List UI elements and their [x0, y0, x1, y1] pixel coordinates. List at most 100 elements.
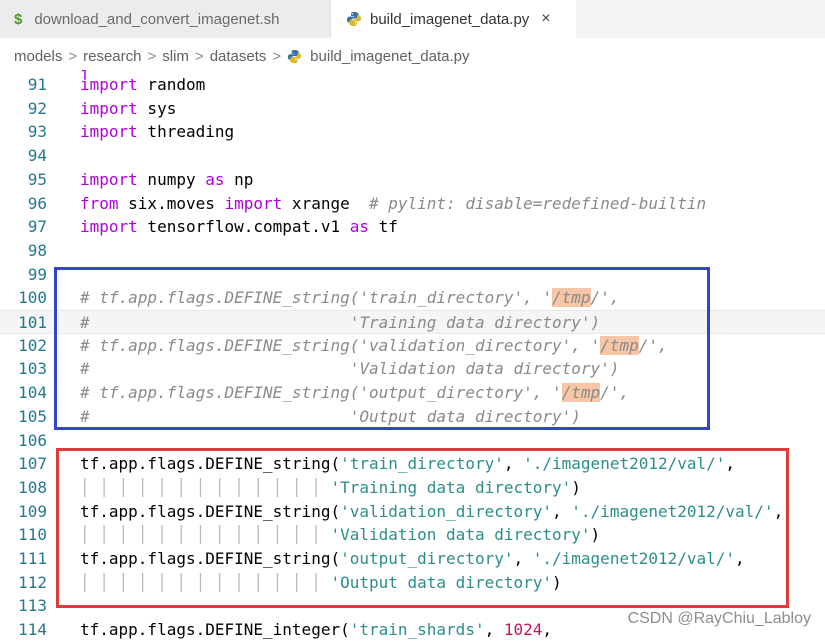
line-number: 102: [18, 335, 47, 355]
code-line[interactable]: 95 import numpy as np: [0, 168, 825, 192]
code-line[interactable]: 102 # tf.app.flags.DEFINE_string('validat…: [0, 334, 825, 358]
breadcrumb-item-slim[interactable]: slim: [162, 48, 189, 65]
code-token: # 'Training data directory'): [80, 313, 601, 332]
code-line[interactable]: 110 │ │ │ │ │ │ │ │ │ │ │ │ │ 'Validation…: [0, 523, 825, 547]
code-line[interactable]: 103 # 'Validation data directory'): [0, 357, 825, 381]
code-token: './imagenet2012/val/': [532, 549, 736, 568]
line-number: 91: [27, 75, 47, 94]
code-text: tf.app.flags.DEFINE_integer('train_shard…: [80, 618, 552, 641]
code-line[interactable]: 107 tf.app.flags.DEFINE_string('train_dir…: [0, 452, 825, 476]
code-line[interactable]: 96 from six.moves import xrange # pylint:…: [0, 192, 825, 216]
breadcrumb-item-datasets[interactable]: datasets: [210, 48, 267, 65]
line-number: 98: [27, 240, 47, 260]
code-token: 'validation_directory': [340, 501, 553, 521]
tab-label: download_and_convert_imagenet.sh: [34, 10, 280, 28]
tab-bar: $ download_and_convert_imagenet.sh build…: [0, 0, 825, 38]
code-text: import numpy as np: [80, 168, 253, 192]
code-token: ,: [725, 454, 736, 474]
code-text: tf.app.flags.DEFINE_string('output_direc…: [80, 547, 745, 571]
code-line[interactable]: 101 # 'Training data directory'): [0, 310, 825, 334]
line-number: 97: [27, 217, 47, 237]
code-token: ,: [552, 501, 572, 521]
code-line[interactable]: 94: [0, 144, 825, 168]
chevron-right-icon: >: [272, 47, 282, 65]
code-text: import tensorflow.compat.v1 as tf: [80, 215, 398, 239]
tab-build-imagenet-data[interactable]: build_imagenet_data.py ×: [331, 0, 576, 38]
code-line[interactable]: 93 import threading: [0, 120, 825, 144]
code-line[interactable]: 98: [0, 239, 825, 263]
code-token: │ │ │ │ │ │ │ │ │ │ │ │ │: [80, 572, 331, 592]
code-line[interactable]: 105 # 'Output data directory'): [0, 405, 825, 429]
code-token: 'train_directory': [340, 454, 504, 474]
code-line[interactable]: 112 │ │ │ │ │ │ │ │ │ │ │ │ │ 'Output dat…: [0, 571, 825, 595]
code-token: /tmp: [552, 288, 591, 308]
code-line[interactable]: 99: [0, 263, 825, 287]
code-token: six.moves: [118, 193, 225, 213]
line-number: 100: [18, 288, 47, 308]
code-line[interactable]: 97 import tensorflow.compat.v1 as tf: [0, 215, 825, 239]
code-text: # tf.app.flags.DEFINE_string('validation…: [80, 334, 668, 358]
code-text: # tf.app.flags.DEFINE_string('output_dir…: [80, 381, 629, 405]
code-line[interactable]: 91 import random: [0, 73, 825, 97]
code-token: import: [80, 98, 138, 118]
code-token: import: [80, 169, 138, 189]
line-number: 101: [18, 313, 47, 332]
code-text: from six.moves import xrange # pylint: d…: [80, 192, 706, 216]
code-text: │ │ │ │ │ │ │ │ │ │ │ │ │ 'Output data d…: [80, 571, 562, 595]
code-line[interactable]: 92 import sys: [0, 97, 825, 121]
line-number: 94: [27, 146, 47, 166]
shell-icon: $: [14, 10, 23, 28]
code-token: tf.app.flags.DEFINE_string(: [80, 501, 341, 521]
line-number: 110: [18, 525, 47, 545]
python-icon: [346, 11, 362, 27]
code-line[interactable]: 109 tf.app.flags.DEFINE_string('validatio…: [0, 500, 825, 524]
code-token: tf.app.flags.DEFINE_string(: [80, 454, 341, 474]
code-line[interactable]: 104 # tf.app.flags.DEFINE_string('output_…: [0, 381, 825, 405]
breadcrumb: models > research > slim > datasets > bu…: [0, 42, 825, 70]
code-token: import: [224, 193, 283, 213]
code-token: import: [80, 75, 138, 94]
code-token: # 'Validation data directory'): [80, 359, 620, 379]
breadcrumb-item-models[interactable]: models: [14, 48, 62, 65]
code-line[interactable]: 100 # tf.app.flags.DEFINE_string('train_d…: [0, 286, 825, 310]
code-text: import sys: [80, 97, 176, 121]
code-text: # 'Validation data directory'): [80, 357, 619, 381]
code-token: 'Validation data directory': [330, 525, 591, 545]
code-line[interactable]: 111 tf.app.flags.DEFINE_string('output_di…: [0, 547, 825, 571]
code-text: │ │ │ │ │ │ │ │ │ │ │ │ │ 'Validation da…: [80, 523, 600, 547]
code-token: /',: [638, 335, 668, 355]
line-number: 104: [18, 383, 47, 403]
code-token: as: [205, 169, 225, 189]
line-number: 106: [18, 430, 47, 450]
line-number: 95: [27, 169, 47, 189]
code-token: ): [571, 477, 581, 497]
code-token: numpy: [137, 169, 206, 189]
chevron-right-icon: >: [147, 47, 157, 65]
code-text: │ │ │ │ │ │ │ │ │ │ │ │ │ 'Training data…: [80, 476, 581, 500]
chevron-right-icon: >: [68, 47, 78, 65]
line-number: 112: [18, 572, 47, 592]
line-number: 109: [18, 501, 47, 521]
code-text: tf.app.flags.DEFINE_string('train_direct…: [80, 452, 735, 476]
line-number: 96: [27, 193, 47, 213]
code-line[interactable]: 106: [0, 429, 825, 453]
code-token: tensorflow.compat.v1: [137, 217, 350, 237]
code-line[interactable]: 108 │ │ │ │ │ │ │ │ │ │ │ │ │ 'Training d…: [0, 476, 825, 500]
code-token: ,: [773, 501, 784, 521]
code-token: /',: [590, 288, 620, 308]
code-token: # tf.app.flags.DEFINE_string('train_dire…: [80, 288, 553, 308]
code-token: './imagenet2012/val/': [523, 454, 726, 474]
code-token: tf: [368, 217, 398, 237]
code-token: # tf.app.flags.DEFINE_string('output_dir…: [80, 383, 562, 403]
tab-download-and-convert[interactable]: $ download_and_convert_imagenet.sh: [0, 0, 331, 38]
code-token: './imagenet2012/val/': [571, 501, 774, 521]
line-number: 108: [18, 477, 47, 497]
breadcrumb-item-file[interactable]: build_imagenet_data.py: [310, 48, 469, 65]
code-token: ,: [484, 620, 504, 640]
close-icon[interactable]: ×: [541, 10, 550, 28]
code-token: ): [552, 572, 562, 592]
watermark: CSDN @RayChiu_Labloy: [627, 610, 811, 627]
code-editor[interactable]: i 91import random92import sys93import th…: [0, 70, 825, 641]
code-token: xrange: [282, 193, 369, 213]
breadcrumb-item-research[interactable]: research: [83, 48, 141, 65]
